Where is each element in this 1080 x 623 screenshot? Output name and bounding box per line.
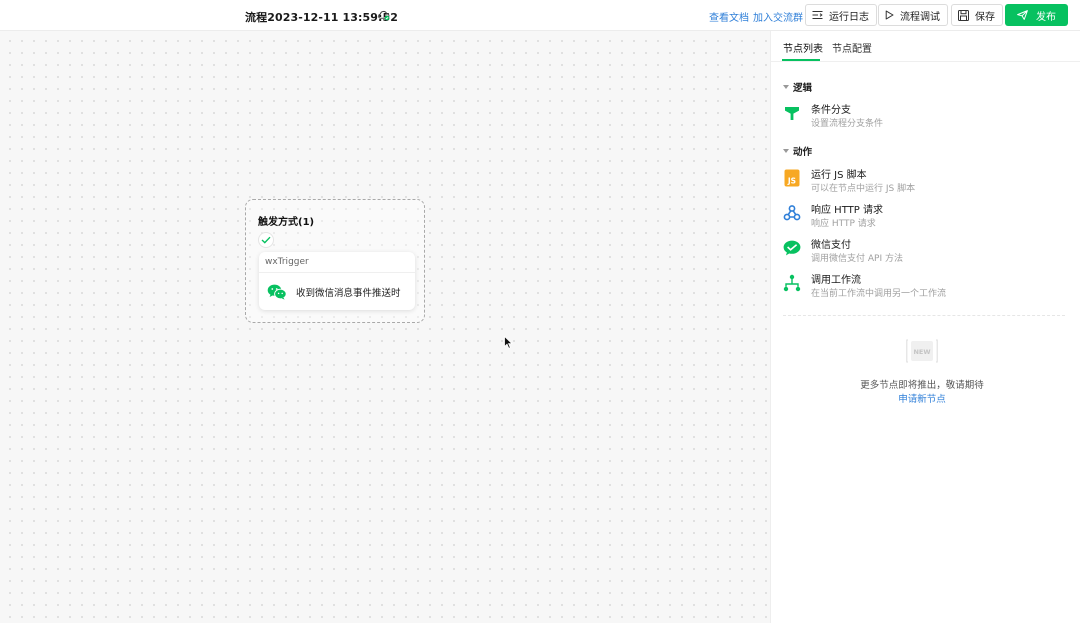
- trigger-group[interactable]: 触发方式(1) wxTrigger 收到微信消息事件推送时: [245, 199, 425, 323]
- node-type: wxTrigger: [259, 252, 415, 273]
- more-nodes-text: 更多节点即将推出，敬请期待: [860, 380, 984, 391]
- flow-canvas[interactable]: 触发方式(1) wxTrigger 收到微信消息事件推送时: [0, 31, 770, 623]
- node-item-http-response[interactable]: 响应 HTTP 请求 响应 HTTP 请求: [781, 201, 1071, 231]
- mouse-cursor-icon: [504, 336, 513, 349]
- save-label: 保存: [975, 11, 995, 23]
- item-name: 微信支付: [811, 240, 851, 251]
- panel-tabs: 节点列表 节点配置: [771, 31, 1080, 62]
- js-icon: JS: [783, 169, 801, 187]
- join-group-link[interactable]: 加入交流群: [753, 9, 803, 24]
- node-item-condition-branch[interactable]: 条件分支 设置流程分支条件: [781, 101, 1071, 131]
- publish-label: 发布: [1036, 11, 1056, 23]
- section-logic[interactable]: 逻辑: [783, 80, 812, 94]
- section-actions-title: 动作: [793, 147, 813, 158]
- item-desc: 设置流程分支条件: [811, 119, 884, 129]
- node-item-run-js[interactable]: JS 运行 JS 脚本 可以在节点中运行 JS 脚本: [781, 166, 1071, 196]
- tab-node-config[interactable]: 节点配置: [832, 40, 872, 55]
- save-button[interactable]: 保存: [951, 4, 1003, 26]
- item-desc: 可以在节点中运行 JS 脚本: [811, 184, 916, 194]
- apply-new-node-link[interactable]: 申请新节点: [771, 391, 1073, 405]
- caret-down-icon: [783, 85, 789, 89]
- new-badge-icon: NEW: [906, 339, 938, 363]
- item-name: 响应 HTTP 请求: [811, 205, 883, 216]
- save-icon: [958, 9, 969, 21]
- webhook-icon: [783, 204, 801, 222]
- debug-flow-button[interactable]: 流程调试: [878, 4, 948, 26]
- section-logic-title: 逻辑: [793, 83, 813, 94]
- tab-node-list[interactable]: 节点列表: [783, 40, 823, 55]
- run-log-label: 运行日志: [829, 11, 869, 23]
- wechat-icon: [267, 284, 287, 300]
- item-desc: 响应 HTTP 请求: [811, 219, 876, 229]
- cloud-sync-icon: [378, 10, 390, 21]
- docs-link[interactable]: 查看文档: [709, 9, 749, 24]
- item-name: 条件分支: [811, 105, 851, 116]
- trigger-node[interactable]: wxTrigger 收到微信消息事件推送时: [259, 252, 415, 310]
- top-toolbar: 流程2023-12-11 13:59:52 查看文档 加入交流群 运行日志 流程…: [0, 0, 1080, 31]
- svg-text:JS: JS: [787, 177, 796, 186]
- wechat-pay-icon: [783, 239, 801, 257]
- trigger-group-title: 触发方式(1): [258, 217, 315, 228]
- publish-button[interactable]: 发布: [1005, 4, 1068, 26]
- check-icon: [258, 232, 274, 248]
- item-desc: 在当前工作流中调用另一个工作流: [811, 289, 947, 299]
- right-panel: 节点列表 节点配置 逻辑 条件分支 设置流程分支条件 动作 JS 运行 JS 脚…: [770, 31, 1080, 623]
- active-tab-indicator: [782, 59, 820, 61]
- item-name: 调用工作流: [811, 275, 861, 286]
- node-item-call-workflow[interactable]: 调用工作流 在当前工作流中调用另一个工作流: [781, 271, 1071, 301]
- node-item-wechat-pay[interactable]: 微信支付 调用微信支付 API 方法: [781, 236, 1071, 266]
- divider: [783, 315, 1065, 316]
- workflow-icon: [783, 274, 801, 292]
- caret-down-icon: [783, 149, 789, 153]
- list-icon: [812, 11, 823, 19]
- node-description: 收到微信消息事件推送时: [296, 288, 401, 299]
- section-actions[interactable]: 动作: [783, 144, 812, 158]
- item-desc: 调用微信支付 API 方法: [811, 254, 903, 264]
- flow-title[interactable]: 流程2023-12-11 13:59:52: [245, 9, 398, 25]
- new-badge-text: NEW: [913, 348, 930, 356]
- debug-flow-label: 流程调试: [900, 11, 940, 23]
- item-name: 运行 JS 脚本: [811, 170, 867, 181]
- play-icon: [885, 10, 894, 20]
- send-icon: [1017, 10, 1028, 20]
- run-log-button[interactable]: 运行日志: [805, 4, 877, 26]
- branch-icon: [783, 104, 801, 122]
